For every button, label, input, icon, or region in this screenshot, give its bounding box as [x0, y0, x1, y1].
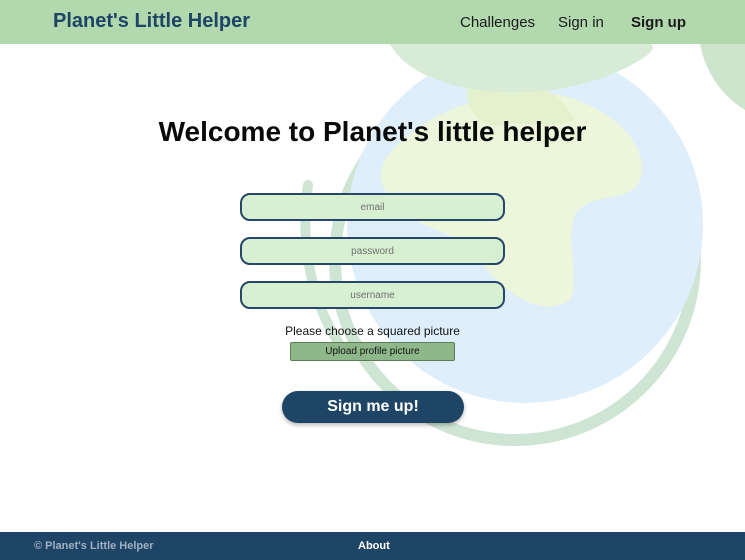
email-field[interactable]: [240, 193, 505, 221]
footer: © Planet's Little Helper About: [0, 532, 745, 560]
top-navbar: Planet's Little Helper Challenges Sign i…: [0, 0, 745, 44]
username-field[interactable]: [240, 281, 505, 309]
signup-form-section: Welcome to Planet's little helper Please…: [0, 44, 745, 532]
password-field[interactable]: [240, 237, 505, 265]
nav-link-sign-up[interactable]: Sign up: [631, 14, 686, 31]
sign-me-up-button[interactable]: Sign me up!: [282, 391, 464, 423]
page-title: Welcome to Planet's little helper: [158, 116, 587, 147]
upload-instruction-label: Please choose a squared picture: [285, 324, 460, 338]
nav-link-sign-in[interactable]: Sign in: [558, 14, 604, 31]
brand-logo-text[interactable]: Planet's Little Helper: [53, 10, 250, 33]
nav-link-challenges[interactable]: Challenges: [460, 14, 535, 31]
footer-copyright: © Planet's Little Helper: [34, 540, 154, 552]
upload-profile-picture-button[interactable]: Upload profile picture: [290, 342, 455, 361]
footer-about-link[interactable]: About: [358, 540, 390, 552]
